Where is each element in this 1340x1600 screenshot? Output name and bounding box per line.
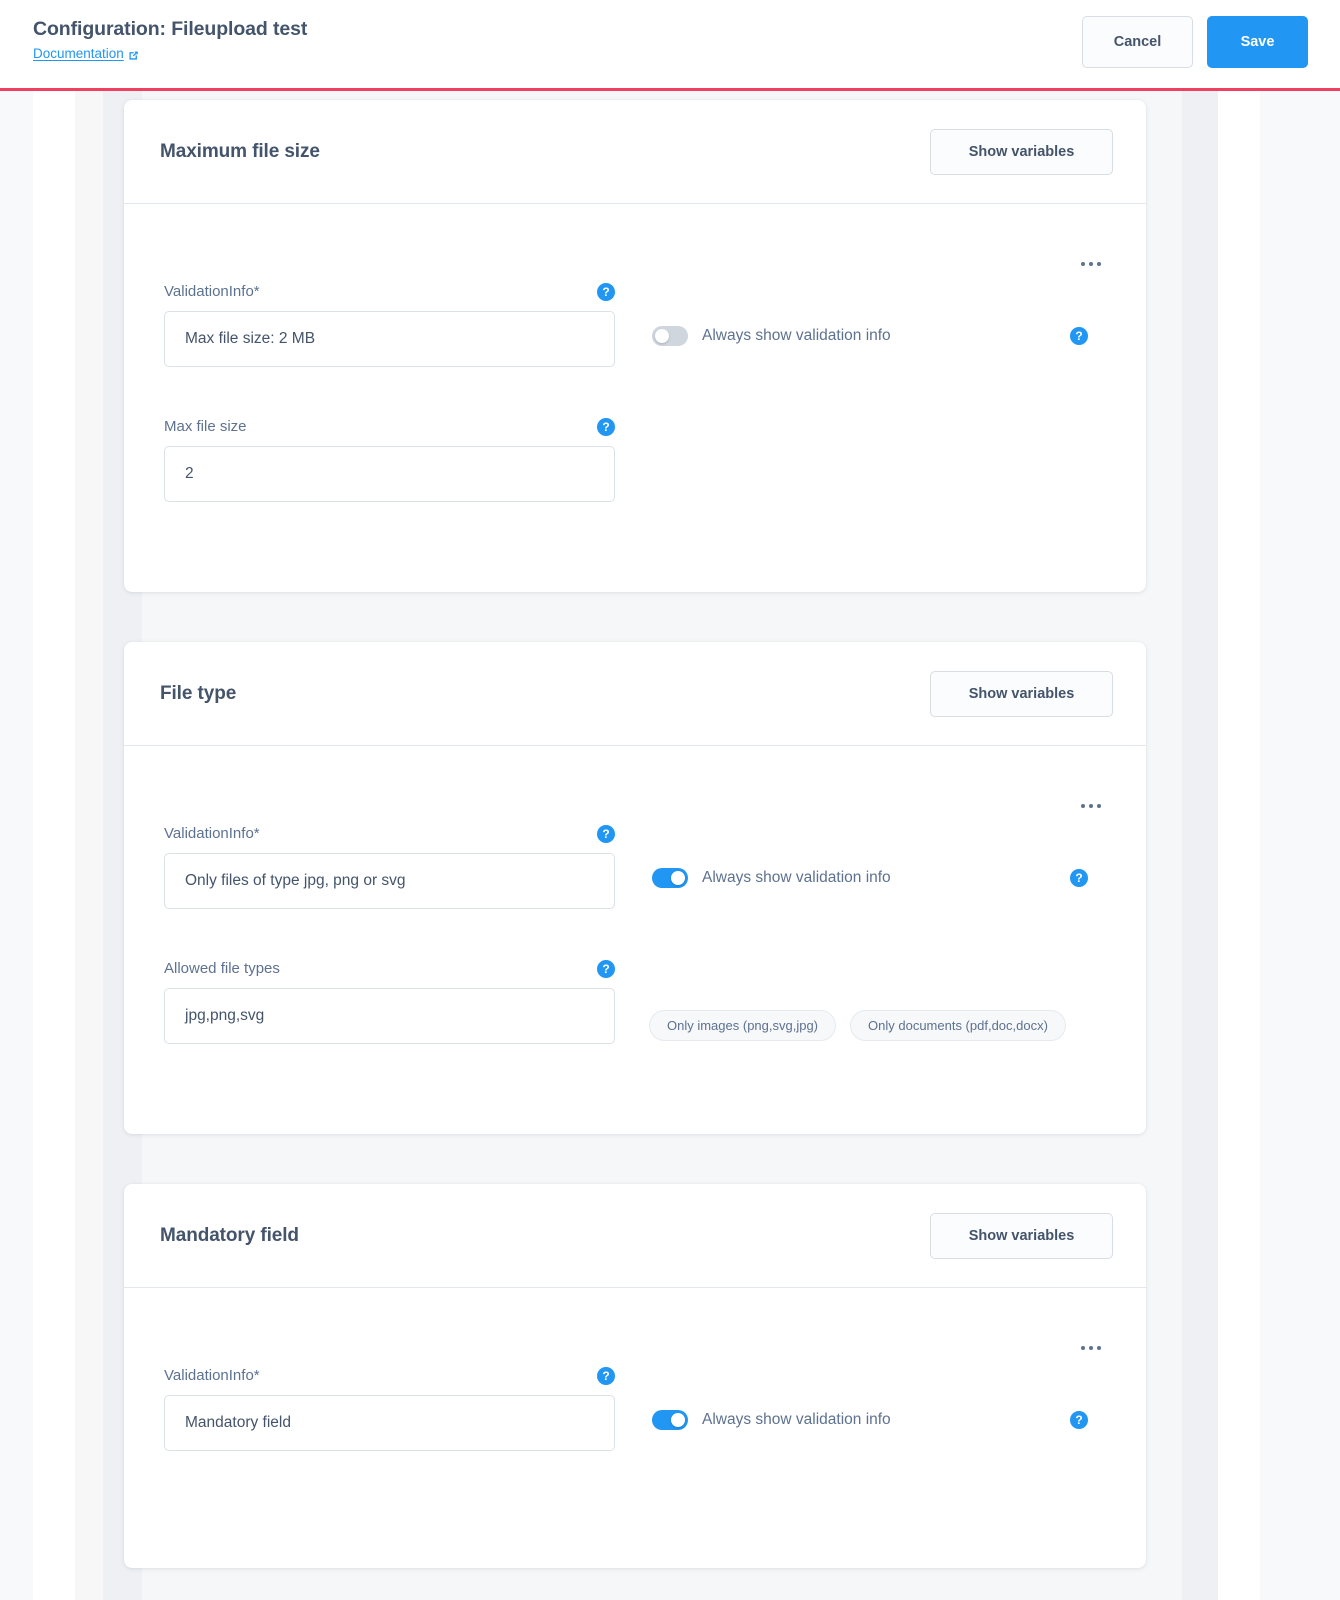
more-options-icon[interactable] — [1079, 798, 1103, 814]
show-variables-button[interactable]: Show variables — [930, 670, 1113, 717]
help-icon[interactable]: ? — [597, 1367, 615, 1385]
allowed-file-types-field: Allowed file types ? jpg,png,svg — [164, 959, 615, 1044]
card-maximum-file-size: Maximum file size Show variables Validat… — [124, 100, 1146, 592]
help-icon[interactable]: ? — [597, 960, 615, 978]
field-label-row: Max file size ? — [164, 417, 615, 437]
field-label-row: Allowed file types ? — [164, 959, 615, 979]
help-icon[interactable]: ? — [1070, 1411, 1088, 1429]
field-label: ValidationInfo* — [164, 283, 260, 300]
page-title: Configuration: Fileupload test — [33, 18, 308, 40]
file-type-suggestion-chips: Only images (png,svg,jpg) Only documents… — [649, 1010, 1066, 1041]
header-title-block: Configuration: Fileupload test Documenta… — [33, 16, 307, 63]
toggle-label: Always show validation info — [702, 327, 891, 344]
field-label: Max file size — [164, 418, 247, 435]
chip-only-documents[interactable]: Only documents (pdf,doc,docx) — [850, 1010, 1066, 1041]
show-variables-button[interactable]: Show variables — [930, 1212, 1113, 1259]
configuration-page: Configuration: Fileupload test Documenta… — [0, 0, 1340, 1600]
card-body: ValidationInfo* ? Max file size: 2 MB Ma… — [124, 204, 1146, 592]
allowed-file-types-input[interactable]: jpg,png,svg — [164, 988, 615, 1044]
always-show-validation-info-row: Always show validation info — [652, 868, 891, 888]
show-variables-button[interactable]: Show variables — [930, 128, 1113, 175]
validationinfo-field: ValidationInfo* ? Mandatory field — [164, 1366, 615, 1451]
help-icon[interactable]: ? — [597, 825, 615, 843]
field-label-row: ValidationInfo* ? — [164, 824, 615, 844]
card-file-type: File type Show variables ValidationInfo*… — [124, 642, 1146, 1134]
card-title: File type — [160, 682, 237, 704]
help-icon[interactable]: ? — [597, 283, 615, 301]
external-link-icon — [127, 49, 140, 62]
page-gutter-left-inner — [75, 91, 103, 1600]
documentation-link[interactable]: Documentation — [33, 45, 124, 63]
page-gutter-left-outer — [0, 91, 33, 1600]
card-body: ValidationInfo* ? Mandatory field Always… — [124, 1288, 1146, 1568]
max-file-size-field: Max file size ? 2 — [164, 417, 615, 502]
always-show-validation-info-row: Always show validation info — [652, 326, 891, 346]
chip-only-images[interactable]: Only images (png,svg,jpg) — [649, 1010, 837, 1041]
card-header: Mandatory field Show variables — [124, 1184, 1146, 1288]
help-icon[interactable]: ? — [1070, 327, 1088, 345]
toggle-label: Always show validation info — [702, 869, 891, 886]
cancel-button[interactable]: Cancel — [1082, 16, 1193, 68]
always-show-validation-info-toggle[interactable] — [652, 326, 688, 346]
header-divider — [0, 88, 1340, 91]
always-show-validation-info-toggle[interactable] — [652, 1410, 688, 1430]
field-label-row: ValidationInfo* ? — [164, 1366, 615, 1386]
card-title: Mandatory field — [160, 1224, 299, 1246]
page-gutter-right-outer — [1260, 91, 1340, 1600]
card-header: Maximum file size Show variables — [124, 100, 1146, 204]
header-actions: Cancel Save — [1082, 16, 1308, 68]
help-icon[interactable]: ? — [597, 418, 615, 436]
card-mandatory-field: Mandatory field Show variables Validatio… — [124, 1184, 1146, 1568]
more-options-icon[interactable] — [1079, 256, 1103, 272]
validationinfo-input[interactable]: Only files of type jpg, png or svg — [164, 853, 615, 909]
toggle-label: Always show validation info — [702, 1411, 891, 1428]
save-button[interactable]: Save — [1207, 16, 1308, 68]
card-title: Maximum file size — [160, 140, 320, 162]
page-header: Configuration: Fileupload test Documenta… — [0, 0, 1340, 88]
always-show-validation-info-row: Always show validation info — [652, 1410, 891, 1430]
validationinfo-input[interactable]: Mandatory field — [164, 1395, 615, 1451]
card-body: ValidationInfo* ? Only files of type jpg… — [124, 746, 1146, 1134]
always-show-validation-info-toggle[interactable] — [652, 868, 688, 888]
field-label-row: ValidationInfo* ? — [164, 282, 615, 302]
field-label: ValidationInfo* — [164, 825, 260, 842]
validationinfo-field: ValidationInfo* ? Max file size: 2 MB — [164, 282, 615, 367]
validationinfo-field: ValidationInfo* ? Only files of type jpg… — [164, 824, 615, 909]
documentation-link-row[interactable]: Documentation — [33, 45, 307, 63]
page-gutter-left-white — [33, 91, 75, 1600]
help-icon[interactable]: ? — [1070, 869, 1088, 887]
field-label: Allowed file types — [164, 960, 280, 977]
field-label: ValidationInfo* — [164, 1367, 260, 1384]
validationinfo-input[interactable]: Max file size: 2 MB — [164, 311, 615, 367]
max-file-size-input[interactable]: 2 — [164, 446, 615, 502]
card-header: File type Show variables — [124, 642, 1146, 746]
page-gutter-right-white — [1218, 91, 1260, 1600]
more-options-icon[interactable] — [1079, 1340, 1103, 1356]
